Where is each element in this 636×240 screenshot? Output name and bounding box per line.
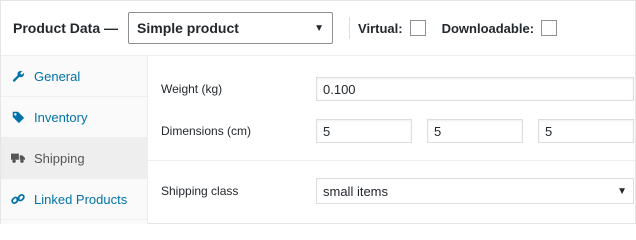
- shipping-panel: Weight (kg) 0.100 Dimensions (cm) 5 5 5 …: [148, 56, 635, 224]
- weight-label: Weight (kg): [161, 82, 223, 96]
- tab-linked-products[interactable]: Linked Products: [1, 179, 147, 220]
- downloadable-checkbox[interactable]: [541, 20, 558, 36]
- wrench-icon: [11, 69, 25, 83]
- product-type-select[interactable]: Simple product ▼: [128, 12, 334, 44]
- tab-shipping[interactable]: Shipping: [1, 138, 147, 179]
- shipping-class-row: Shipping class small items ▼: [148, 161, 635, 221]
- shipping-class-value: small items: [323, 183, 389, 199]
- dimensions-label: Dimensions (cm): [161, 124, 252, 138]
- product-data-tabs: General Inventory Shipping Linked Produc…: [1, 56, 148, 224]
- panel-title: Product Data —: [13, 20, 119, 36]
- width-input[interactable]: 5: [427, 119, 523, 143]
- chevron-down-icon: ▼: [314, 22, 325, 34]
- height-input[interactable]: 5: [538, 119, 634, 143]
- tab-label: Inventory: [34, 109, 88, 125]
- shipping-class-label: Shipping class: [161, 184, 239, 198]
- tab-label: Shipping: [34, 150, 85, 166]
- product-data-header: Product Data — Simple product ▼ Virtual:…: [1, 1, 635, 56]
- tag-icon: [11, 110, 25, 124]
- chevron-down-icon: ▼: [617, 185, 627, 197]
- header-separator: [349, 17, 351, 39]
- virtual-label: Virtual:: [358, 20, 403, 36]
- tab-general[interactable]: General: [1, 56, 147, 97]
- shipping-class-select[interactable]: small items ▼: [316, 178, 634, 204]
- weight-input[interactable]: 0.100: [316, 77, 634, 101]
- tab-label: Linked Products: [34, 191, 128, 207]
- tab-inventory[interactable]: Inventory: [1, 97, 147, 138]
- length-input[interactable]: 5: [316, 119, 412, 143]
- weight-row: Weight (kg) 0.100: [148, 68, 635, 110]
- dimensions-row: Dimensions (cm) 5 5 5: [148, 110, 635, 152]
- product-type-value: Simple product: [137, 20, 239, 36]
- product-data-panel: Product Data — Simple product ▼ Virtual:…: [0, 0, 636, 224]
- link-icon: [11, 192, 25, 206]
- downloadable-label: Downloadable:: [441, 20, 535, 36]
- tab-label: General: [34, 68, 81, 84]
- truck-icon: [11, 151, 25, 165]
- virtual-checkbox[interactable]: [409, 20, 426, 36]
